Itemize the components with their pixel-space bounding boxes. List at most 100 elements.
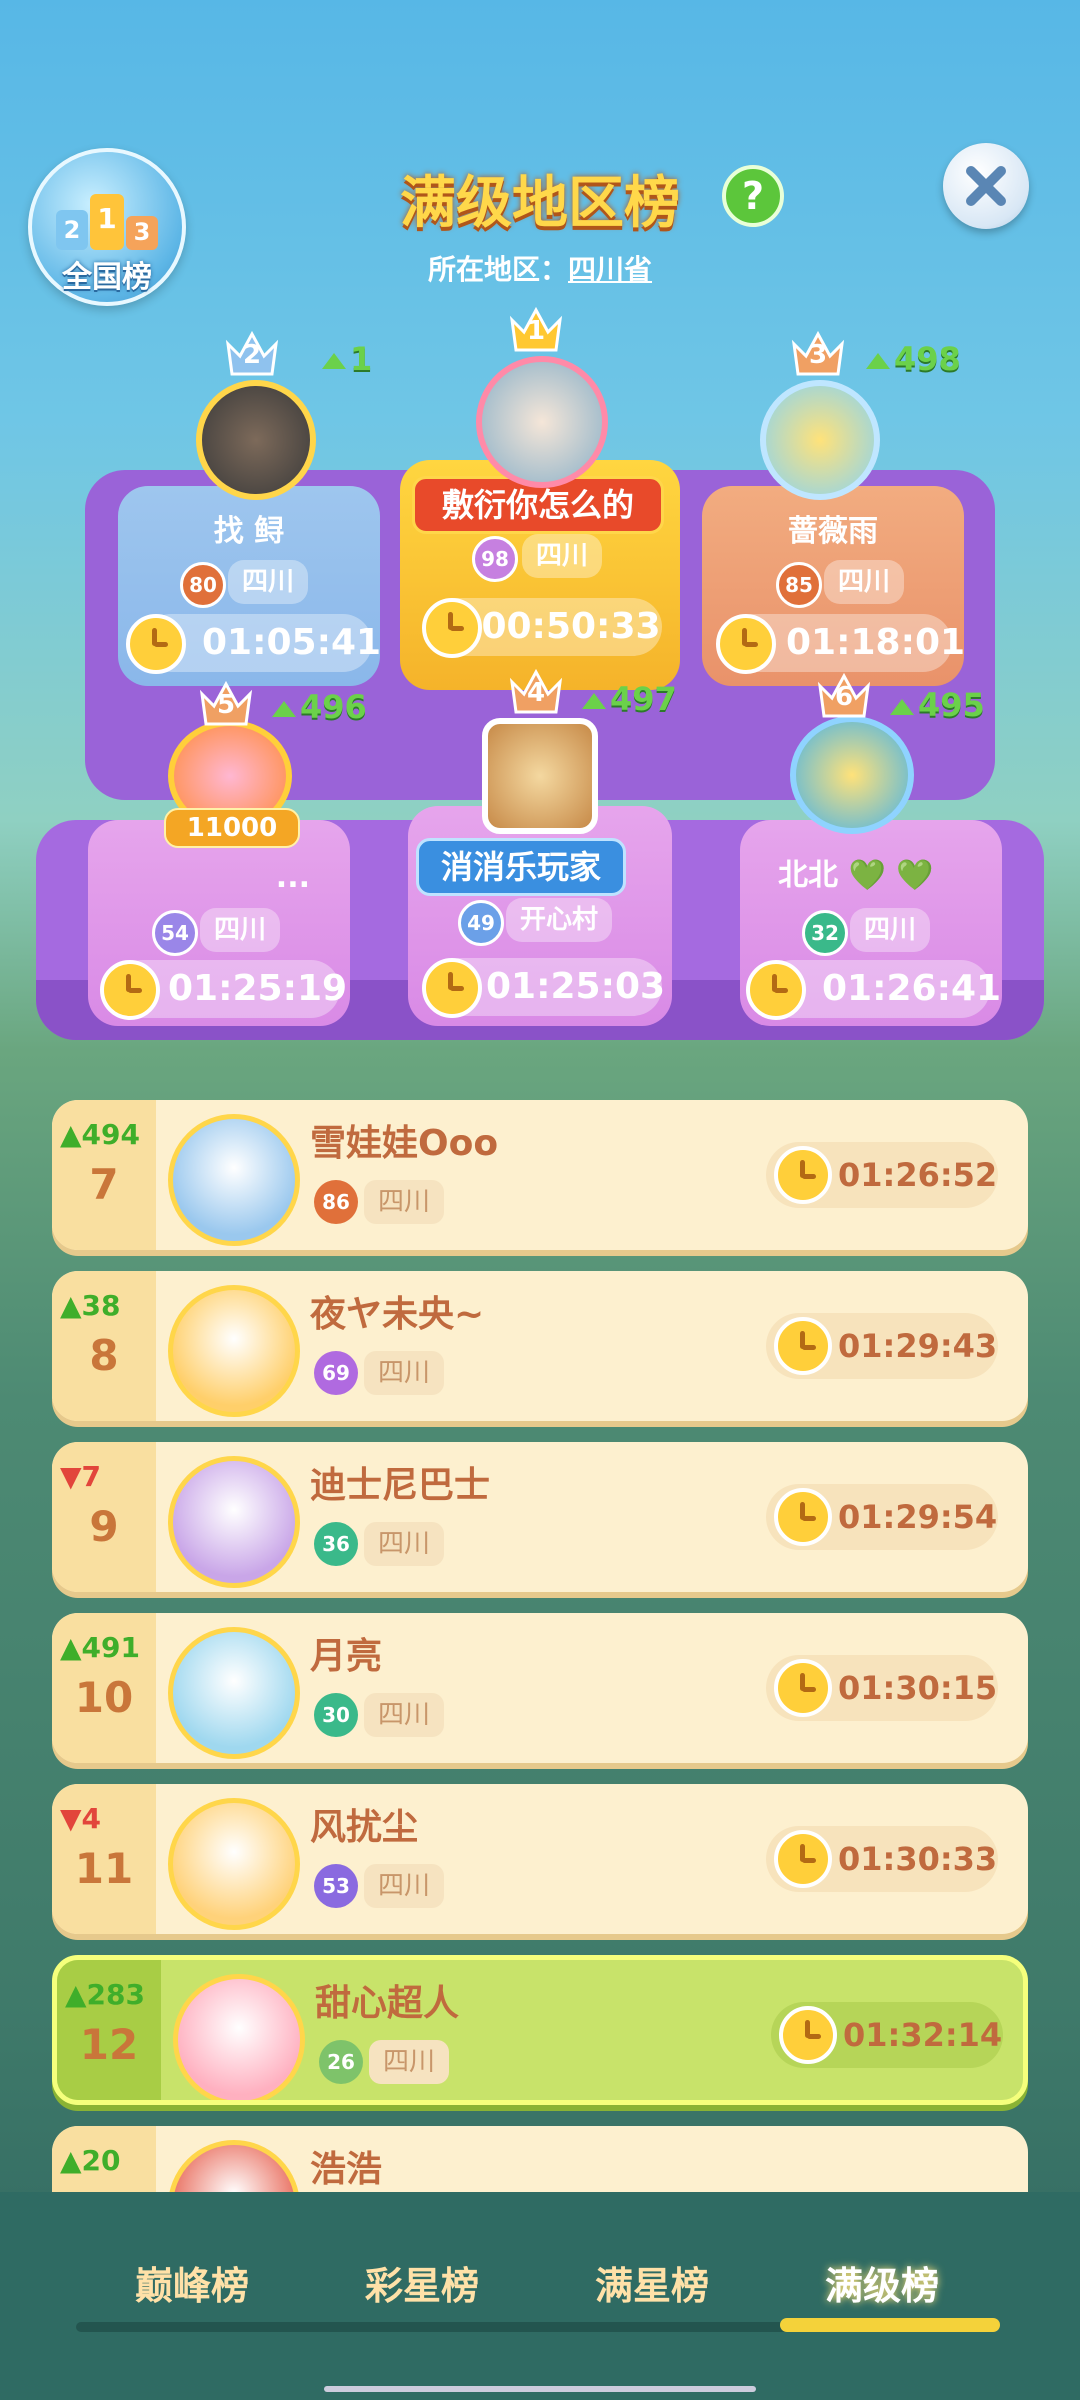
rank-change: ▲38 xyxy=(60,1289,121,1322)
rank-change-value: 4 xyxy=(81,1802,102,1835)
podium-card-rank-3[interactable]: 蔷薇雨 85 四川 01:18:01 xyxy=(702,486,965,686)
down-arrow-icon: ▼ xyxy=(60,1802,82,1835)
player-avatar[interactable] xyxy=(168,1798,300,1930)
player-avatar[interactable] xyxy=(476,356,608,488)
province-pill: 四川 xyxy=(200,908,281,952)
rank-change: ▲20 xyxy=(60,2144,121,2177)
crown-rank: 4 xyxy=(526,678,546,708)
level-badge: 26 xyxy=(319,2040,363,2084)
up-arrow-icon xyxy=(272,701,296,717)
clock-icon xyxy=(746,960,806,1020)
province-pill: 四川 xyxy=(228,560,309,604)
rank-change-value: 498 xyxy=(894,340,961,378)
player-avatar[interactable] xyxy=(173,1974,305,2100)
list-item[interactable]: ▲491 10 月亮 30 四川 01:30:15 xyxy=(52,1613,1028,1763)
rank-change-value: 20 xyxy=(81,2144,121,2177)
tab-full-star[interactable]: 满星榜 xyxy=(552,2255,752,2310)
podium-card-rank-6[interactable]: 北北 💚 💚 32 四川 01:26:41 xyxy=(740,820,1002,1026)
rank-change-value: 494 xyxy=(81,1118,140,1151)
podium-card-rank-5[interactable]: ... 54 四川 01:25:19 xyxy=(88,820,350,1026)
player-avatar[interactable] xyxy=(168,1456,300,1588)
province-pill: 四川 xyxy=(522,534,603,578)
player-name: 夜ヤ未央~ xyxy=(310,1294,485,1335)
player-name: 迪士尼巴士 xyxy=(310,1465,491,1506)
province-pill: 四川 xyxy=(364,1693,445,1737)
list-item[interactable]: ▼4 11 风扰尘 53 四川 01:30:33 xyxy=(52,1784,1028,1934)
up-arrow-icon: ▲ xyxy=(60,1118,82,1151)
player-avatar[interactable] xyxy=(168,1114,300,1246)
list-item-current-user[interactable]: ▲283 12 甜心超人 26 四川 01:32:14 xyxy=(52,1955,1028,2105)
crown-rank: 3 xyxy=(808,340,828,370)
level-badge: 80 xyxy=(180,562,226,608)
province-pill: 四川 xyxy=(364,1864,445,1908)
completion-time-pill: 01:30:33 xyxy=(766,1826,998,1892)
crown-icon-rank-4: 4 xyxy=(508,668,564,714)
up-arrow-icon: ▲ xyxy=(60,1631,82,1664)
province-pill: 四川 xyxy=(364,1180,445,1224)
crown-rank: 5 xyxy=(216,690,236,720)
player-name: 北北 💚 💚 xyxy=(778,858,934,893)
clock-icon xyxy=(422,958,482,1018)
tab-colorful-star[interactable]: 彩星榜 xyxy=(322,2255,522,2310)
rank-change-value: 38 xyxy=(81,1289,121,1322)
achievement-badge: 11000 xyxy=(164,808,300,848)
player-avatar[interactable] xyxy=(168,2140,300,2192)
region-link[interactable]: 四川省 xyxy=(568,253,652,286)
player-name: 甜心超人 xyxy=(315,1983,460,2024)
crown-icon-rank-5: 5 xyxy=(198,680,254,726)
down-arrow-icon: ▼ xyxy=(60,1460,82,1493)
up-arrow-icon xyxy=(322,353,346,369)
list-item[interactable]: ▼7 9 迪士尼巴士 36 四川 01:29:54 xyxy=(52,1442,1028,1592)
crown-icon-rank-3: 3 xyxy=(790,330,846,376)
rank-change-value: 7 xyxy=(81,1460,102,1493)
crown-icon-rank-2: 2 xyxy=(224,330,280,376)
list-item[interactable]: ▲20 13 浩浩 xyxy=(52,2126,1028,2192)
rank-change-value: 496 xyxy=(300,688,367,726)
player-avatar[interactable] xyxy=(760,380,880,500)
rank-change: 1 xyxy=(322,340,372,378)
rank-change: ▲491 xyxy=(60,1631,140,1664)
rank-change: ▼4 xyxy=(60,1802,101,1835)
player-avatar[interactable] xyxy=(168,1285,300,1417)
region-line: 所在地区：四川省 xyxy=(0,248,1080,288)
level-badge: 53 xyxy=(314,1864,358,1908)
rank-change: 497 xyxy=(582,680,677,718)
level-badge: 54 xyxy=(152,910,198,956)
player-name: 浩浩 xyxy=(310,2149,383,2190)
help-button[interactable]: ? xyxy=(722,165,784,227)
clock-icon xyxy=(774,1146,832,1204)
list-item[interactable]: ▲38 8 夜ヤ未央~ 69 四川 01:29:43 xyxy=(52,1271,1028,1421)
rank-change-value: 497 xyxy=(610,680,677,718)
player-name: 蔷薇雨 xyxy=(788,514,878,549)
list-item[interactable]: ▲494 7 雪娃娃Ooo 86 四川 01:26:52 xyxy=(52,1100,1028,1250)
rank-change: ▼7 xyxy=(60,1460,101,1493)
home-indicator[interactable] xyxy=(324,2386,756,2392)
crown-icon-rank-1: 1 xyxy=(508,306,564,352)
completion-time: 01:26:52 xyxy=(838,1156,998,1194)
player-avatar[interactable] xyxy=(168,1627,300,1759)
player-avatar[interactable] xyxy=(482,718,598,834)
up-arrow-icon xyxy=(866,353,890,369)
crown-icon-rank-6: 6 xyxy=(816,672,872,718)
rank-change: 495 xyxy=(890,686,985,724)
clock-icon xyxy=(774,1659,832,1717)
clock-icon xyxy=(779,2006,837,2064)
completion-time: 01:32:14 xyxy=(843,2016,1003,2054)
level-badge: 36 xyxy=(314,1522,358,1566)
crown-rank: 1 xyxy=(526,316,546,346)
tab-full-level[interactable]: 满级榜 xyxy=(782,2255,982,2310)
region-label: 所在地区： xyxy=(427,253,568,286)
close-button[interactable] xyxy=(943,143,1029,229)
province-pill: 四川 xyxy=(369,2040,450,2084)
player-avatar[interactable] xyxy=(196,380,316,500)
podium-card-rank-2[interactable]: 找 鲟 80 四川 01:05:41 xyxy=(118,486,381,686)
rank-change-value: 1 xyxy=(350,340,373,378)
player-name: ... xyxy=(275,860,310,895)
player-avatar[interactable] xyxy=(790,716,914,834)
tab-peak[interactable]: 巅峰榜 xyxy=(92,2255,292,2310)
up-arrow-icon xyxy=(582,693,606,709)
player-name: 月亮 xyxy=(310,1636,383,1677)
clock-icon xyxy=(422,598,482,658)
close-icon xyxy=(966,166,1006,206)
rank-change-value: 283 xyxy=(86,1978,145,2011)
